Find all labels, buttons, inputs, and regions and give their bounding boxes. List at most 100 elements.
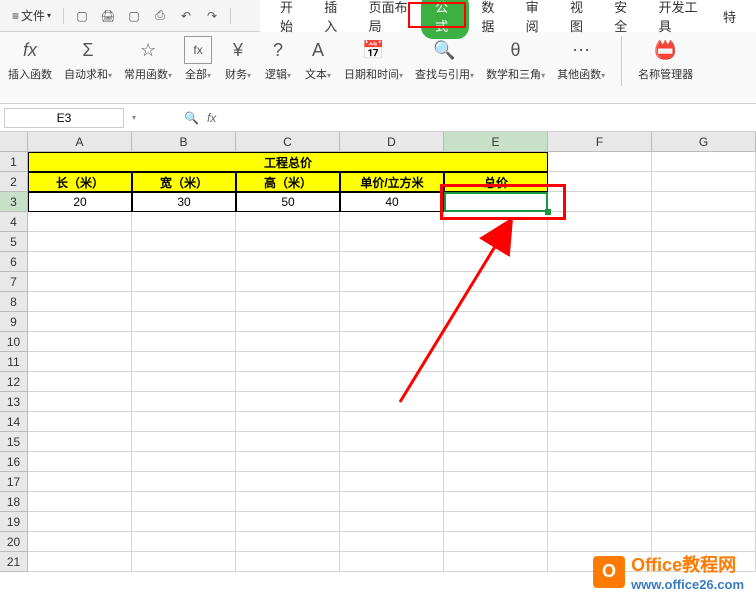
cell[interactable] [28,392,132,412]
cell[interactable] [444,252,548,272]
menu-layout[interactable]: 页面布局 [357,0,422,41]
cell[interactable] [236,292,340,312]
cell[interactable] [340,552,444,572]
cell[interactable] [132,332,236,352]
cell[interactable] [340,492,444,512]
cell[interactable] [236,512,340,532]
redo-icon[interactable]: ↷ [202,6,222,26]
cell[interactable] [548,492,652,512]
cell[interactable] [444,352,548,372]
cell[interactable] [28,452,132,472]
cell[interactable] [548,212,652,232]
cell[interactable] [340,292,444,312]
cell[interactable] [652,412,756,432]
cell[interactable] [340,332,444,352]
cell[interactable] [444,532,548,552]
fx-search-icon[interactable]: 🔍 [184,111,199,125]
open-icon[interactable]: 🖨 [98,6,118,26]
row-header-5[interactable]: 5 [0,232,28,252]
cell[interactable] [132,512,236,532]
cell-header[interactable]: 宽（米） [132,172,236,192]
cell[interactable] [444,272,548,292]
cell[interactable] [236,532,340,552]
ribbon-autosum[interactable]: Σ 自动求和▾ [64,36,112,82]
cell[interactable] [236,372,340,392]
cell[interactable] [652,372,756,392]
row-header-3[interactable]: 3 [0,192,28,212]
row-header-17[interactable]: 17 [0,472,28,492]
ribbon-datetime[interactable]: 📅 日期和时间▾ [344,36,403,82]
ribbon-logic[interactable]: ? 逻辑▾ [264,36,292,82]
cell[interactable] [340,412,444,432]
cell[interactable] [236,232,340,252]
cell[interactable] [236,212,340,232]
cell[interactable] [652,352,756,372]
cell[interactable] [548,292,652,312]
ribbon-common[interactable]: ☆ 常用函数▾ [124,36,172,82]
cell[interactable] [236,392,340,412]
menu-extra[interactable]: 特 [711,1,748,32]
cell[interactable] [652,272,756,292]
row-header-14[interactable]: 14 [0,412,28,432]
cell[interactable] [132,212,236,232]
cell[interactable] [28,232,132,252]
cell[interactable] [548,452,652,472]
cell[interactable] [652,312,756,332]
cell[interactable] [340,212,444,232]
cell-data-e3[interactable] [444,192,548,212]
cell[interactable] [28,272,132,292]
cell[interactable] [132,232,236,252]
cell[interactable] [444,472,548,492]
row-header-10[interactable]: 10 [0,332,28,352]
cell[interactable] [236,312,340,332]
cell[interactable] [132,392,236,412]
cell[interactable] [28,212,132,232]
cell[interactable] [444,412,548,432]
cell-data[interactable]: 20 [28,192,132,212]
cell[interactable] [28,352,132,372]
row-header-11[interactable]: 11 [0,352,28,372]
fill-handle[interactable] [545,209,551,215]
cell[interactable] [652,392,756,412]
cell[interactable] [236,552,340,572]
row-header-12[interactable]: 12 [0,372,28,392]
cell[interactable] [652,292,756,312]
cell[interactable] [340,512,444,532]
cell[interactable] [340,472,444,492]
col-header-A[interactable]: A [28,132,132,152]
cell[interactable] [652,152,756,172]
cell[interactable] [236,472,340,492]
cell[interactable] [132,532,236,552]
cell[interactable] [444,312,548,332]
cell[interactable] [444,452,548,472]
cell[interactable] [28,312,132,332]
col-header-E[interactable]: E [444,132,548,152]
row-header-8[interactable]: 8 [0,292,28,312]
cell-data[interactable]: 50 [236,192,340,212]
row-header-6[interactable]: 6 [0,252,28,272]
col-header-G[interactable]: G [652,132,756,152]
cell[interactable] [28,432,132,452]
row-header-18[interactable]: 18 [0,492,28,512]
ribbon-other[interactable]: ⋯ 其他函数▾ [557,36,605,82]
row-header-4[interactable]: 4 [0,212,28,232]
cell[interactable] [444,512,548,532]
cell[interactable] [444,552,548,572]
save-icon[interactable]: ▢ [124,6,144,26]
ribbon-lookup[interactable]: 🔍 查找与引用▾ [415,36,474,82]
cell[interactable] [548,332,652,352]
menu-view[interactable]: 视图 [558,0,602,41]
select-all-corner[interactable] [0,132,28,152]
col-header-F[interactable]: F [548,132,652,152]
cell[interactable] [652,332,756,352]
cell[interactable] [132,412,236,432]
cell[interactable] [548,352,652,372]
cell[interactable] [28,412,132,432]
file-menu[interactable]: ≡ 文件 ▾ [8,5,55,26]
cell[interactable] [444,372,548,392]
cell-data[interactable]: 40 [340,192,444,212]
menu-formula[interactable]: 公式 [421,0,469,39]
menu-data[interactable]: 数据 [469,0,513,41]
cell[interactable] [236,492,340,512]
cell[interactable] [652,232,756,252]
